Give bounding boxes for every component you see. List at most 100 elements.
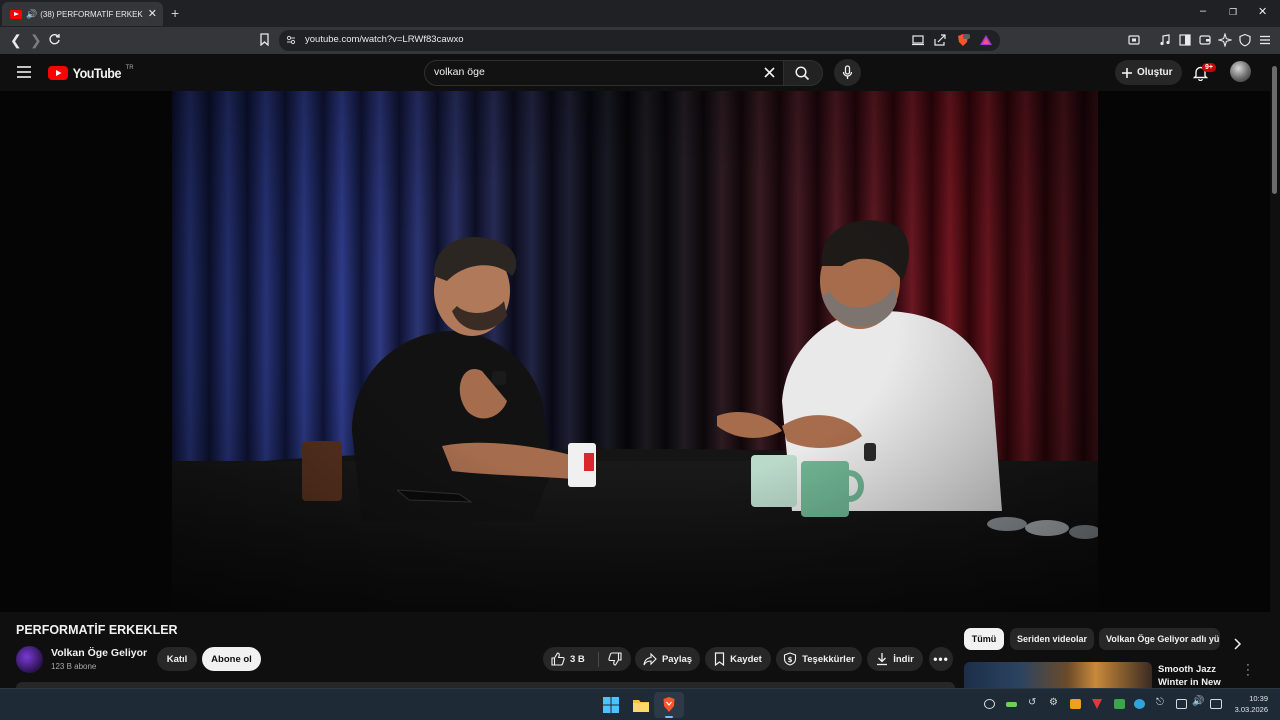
tray-display-icon[interactable] xyxy=(1176,699,1187,709)
notification-badge: 9+ xyxy=(1202,63,1216,72)
share-page-icon[interactable] xyxy=(933,33,947,47)
tray-network-app-icon[interactable] xyxy=(1134,699,1145,709)
channel-avatar[interactable] xyxy=(16,646,43,673)
create-label: Oluştur xyxy=(1137,67,1173,78)
active-app-indicator xyxy=(665,716,673,718)
tray-nvidia-icon[interactable] xyxy=(1006,702,1017,707)
minimize-window-button[interactable]: – xyxy=(1200,5,1206,17)
speaker-icon: 🔊 xyxy=(26,8,38,19)
video-player[interactable] xyxy=(0,91,1270,612)
search-query[interactable]: volkan öge xyxy=(434,66,485,78)
wallet-icon[interactable] xyxy=(1198,33,1212,47)
download-label: İndir xyxy=(893,653,914,665)
video-frame[interactable] xyxy=(172,91,1098,612)
youtube-play-logo-icon xyxy=(48,66,68,80)
like-icon[interactable] xyxy=(551,652,565,666)
share-button[interactable]: Paylaş xyxy=(635,647,700,671)
leo-ai-icon[interactable] xyxy=(1218,33,1232,47)
tray-volume-icon[interactable]: 🔊 xyxy=(1192,696,1204,707)
subscribe-button[interactable]: Abone ol xyxy=(202,647,261,671)
brave-shields-icon[interactable] xyxy=(956,33,970,47)
media-icon[interactable] xyxy=(1158,33,1172,47)
tray-red-app-icon[interactable] xyxy=(1092,699,1102,709)
tray-orange-app-icon[interactable] xyxy=(1070,699,1081,709)
sidebar-icon[interactable] xyxy=(1178,33,1192,47)
plus-icon xyxy=(1122,67,1132,78)
clock-date: 3.03.2026 xyxy=(1234,705,1268,714)
chip-channel-uploads[interactable]: Volkan Öge Geliyor adlı yük xyxy=(1099,628,1220,650)
chip-series-label: Seriden videolar xyxy=(1017,634,1088,644)
recommendation-menu-icon[interactable]: · · · xyxy=(1245,660,1251,681)
download-icon xyxy=(877,653,888,666)
tray-app-icon[interactable] xyxy=(984,699,995,709)
clear-search-icon[interactable] xyxy=(764,67,775,78)
like-count[interactable]: 3 B xyxy=(570,654,585,665)
chip-all-label: Tümü xyxy=(971,634,997,644)
site-settings-icon[interactable] xyxy=(286,35,296,45)
browser-tab[interactable]: 🔊 (38) PERFORMATİF ERKEKLER ✕ xyxy=(2,2,163,26)
tab-title: (38) PERFORMATİF ERKEKLER xyxy=(40,9,143,19)
vpn-shield-icon[interactable] xyxy=(1238,33,1252,47)
thanks-icon: $ xyxy=(784,652,797,666)
chip-channel-label: Volkan Öge Geliyor adlı yük xyxy=(1106,634,1220,644)
reload-icon[interactable] xyxy=(48,33,61,46)
chip-series-videos[interactable]: Seriden videolar xyxy=(1010,628,1094,650)
chip-all[interactable]: Tümü xyxy=(964,628,1004,650)
brave-rewards-icon[interactable] xyxy=(979,33,993,47)
tray-green-app-icon[interactable] xyxy=(1114,699,1125,709)
new-tab-button[interactable]: + xyxy=(171,5,179,21)
svg-text:$: $ xyxy=(788,656,793,664)
hamburger-menu-icon[interactable] xyxy=(17,66,31,78)
subscribe-label: Abone ol xyxy=(211,653,252,665)
account-avatar[interactable] xyxy=(1230,61,1251,82)
more-actions-button[interactable]: ••• xyxy=(929,647,953,671)
chevron-right-icon[interactable] xyxy=(1233,638,1242,650)
dislike-icon[interactable] xyxy=(608,652,622,666)
forward-icon[interactable]: ❯ xyxy=(30,32,42,48)
windows-start-icon[interactable] xyxy=(603,697,619,713)
tray-sync-icon[interactable]: ↺ xyxy=(1028,697,1036,708)
restore-window-button[interactable]: ❐ xyxy=(1229,7,1237,18)
download-button[interactable]: İndir xyxy=(867,647,923,671)
like-dislike-group: 3 B xyxy=(543,647,631,671)
close-window-button[interactable]: ✕ xyxy=(1258,5,1267,18)
share-label: Paylaş xyxy=(661,653,693,665)
brave-browser-icon[interactable] xyxy=(662,696,676,713)
video-title: PERFORMATİF ERKEKLER xyxy=(16,623,178,637)
save-button[interactable]: Kaydet xyxy=(705,647,771,671)
region-code: TR xyxy=(125,65,134,71)
back-icon[interactable]: ❮ xyxy=(10,32,22,48)
create-button[interactable]: Oluştur xyxy=(1115,60,1182,85)
bookmark-icon[interactable] xyxy=(259,33,270,46)
url-text[interactable]: youtube.com/watch?v=LRWf83cawxo xyxy=(305,34,464,45)
file-explorer-icon[interactable] xyxy=(632,697,650,713)
tray-battery-icon[interactable] xyxy=(1210,699,1222,709)
tray-settings-icon[interactable]: ⚙ xyxy=(1049,697,1058,708)
join-button[interactable]: Katıl xyxy=(157,647,197,671)
more-horizontal-icon: ••• xyxy=(933,652,949,666)
screenshot-icon[interactable] xyxy=(1127,33,1141,47)
youtube-logo-text: YouTube xyxy=(72,65,122,81)
microphone-icon xyxy=(842,65,853,79)
youtube-logo[interactable]: YouTube TR xyxy=(48,65,134,81)
search-icon xyxy=(795,66,810,81)
tray-microphone-icon[interactable]: ⎋ xyxy=(1156,697,1164,708)
share-icon xyxy=(643,652,657,665)
save-icon xyxy=(715,652,725,666)
channel-name[interactable]: Volkan Öge Geliyor xyxy=(51,647,147,659)
menu-icon[interactable] xyxy=(1258,33,1272,47)
scrollbar-thumb[interactable] xyxy=(1272,66,1277,194)
subscriber-count: 123 B abone xyxy=(51,662,97,671)
clock-time: 10:39 xyxy=(1249,694,1268,703)
video-vignette xyxy=(172,91,1098,612)
like-divider xyxy=(597,651,599,667)
thanks-button[interactable]: $ Teşekkürler xyxy=(776,647,862,671)
save-label: Kaydet xyxy=(730,653,762,665)
taskbar-clock[interactable]: 10:39 3.03.2026 xyxy=(1230,693,1268,715)
browser-tab-strip: 🔊 (38) PERFORMATİF ERKEKLER ✕ + – ❐ ✕ xyxy=(0,0,1280,27)
cast-icon[interactable] xyxy=(911,33,925,47)
thanks-label: Teşekkürler xyxy=(802,653,855,665)
close-tab-icon[interactable]: ✕ xyxy=(148,7,157,20)
recommendation-thumbnail[interactable] xyxy=(964,662,1152,688)
youtube-favicon-icon xyxy=(10,9,22,19)
